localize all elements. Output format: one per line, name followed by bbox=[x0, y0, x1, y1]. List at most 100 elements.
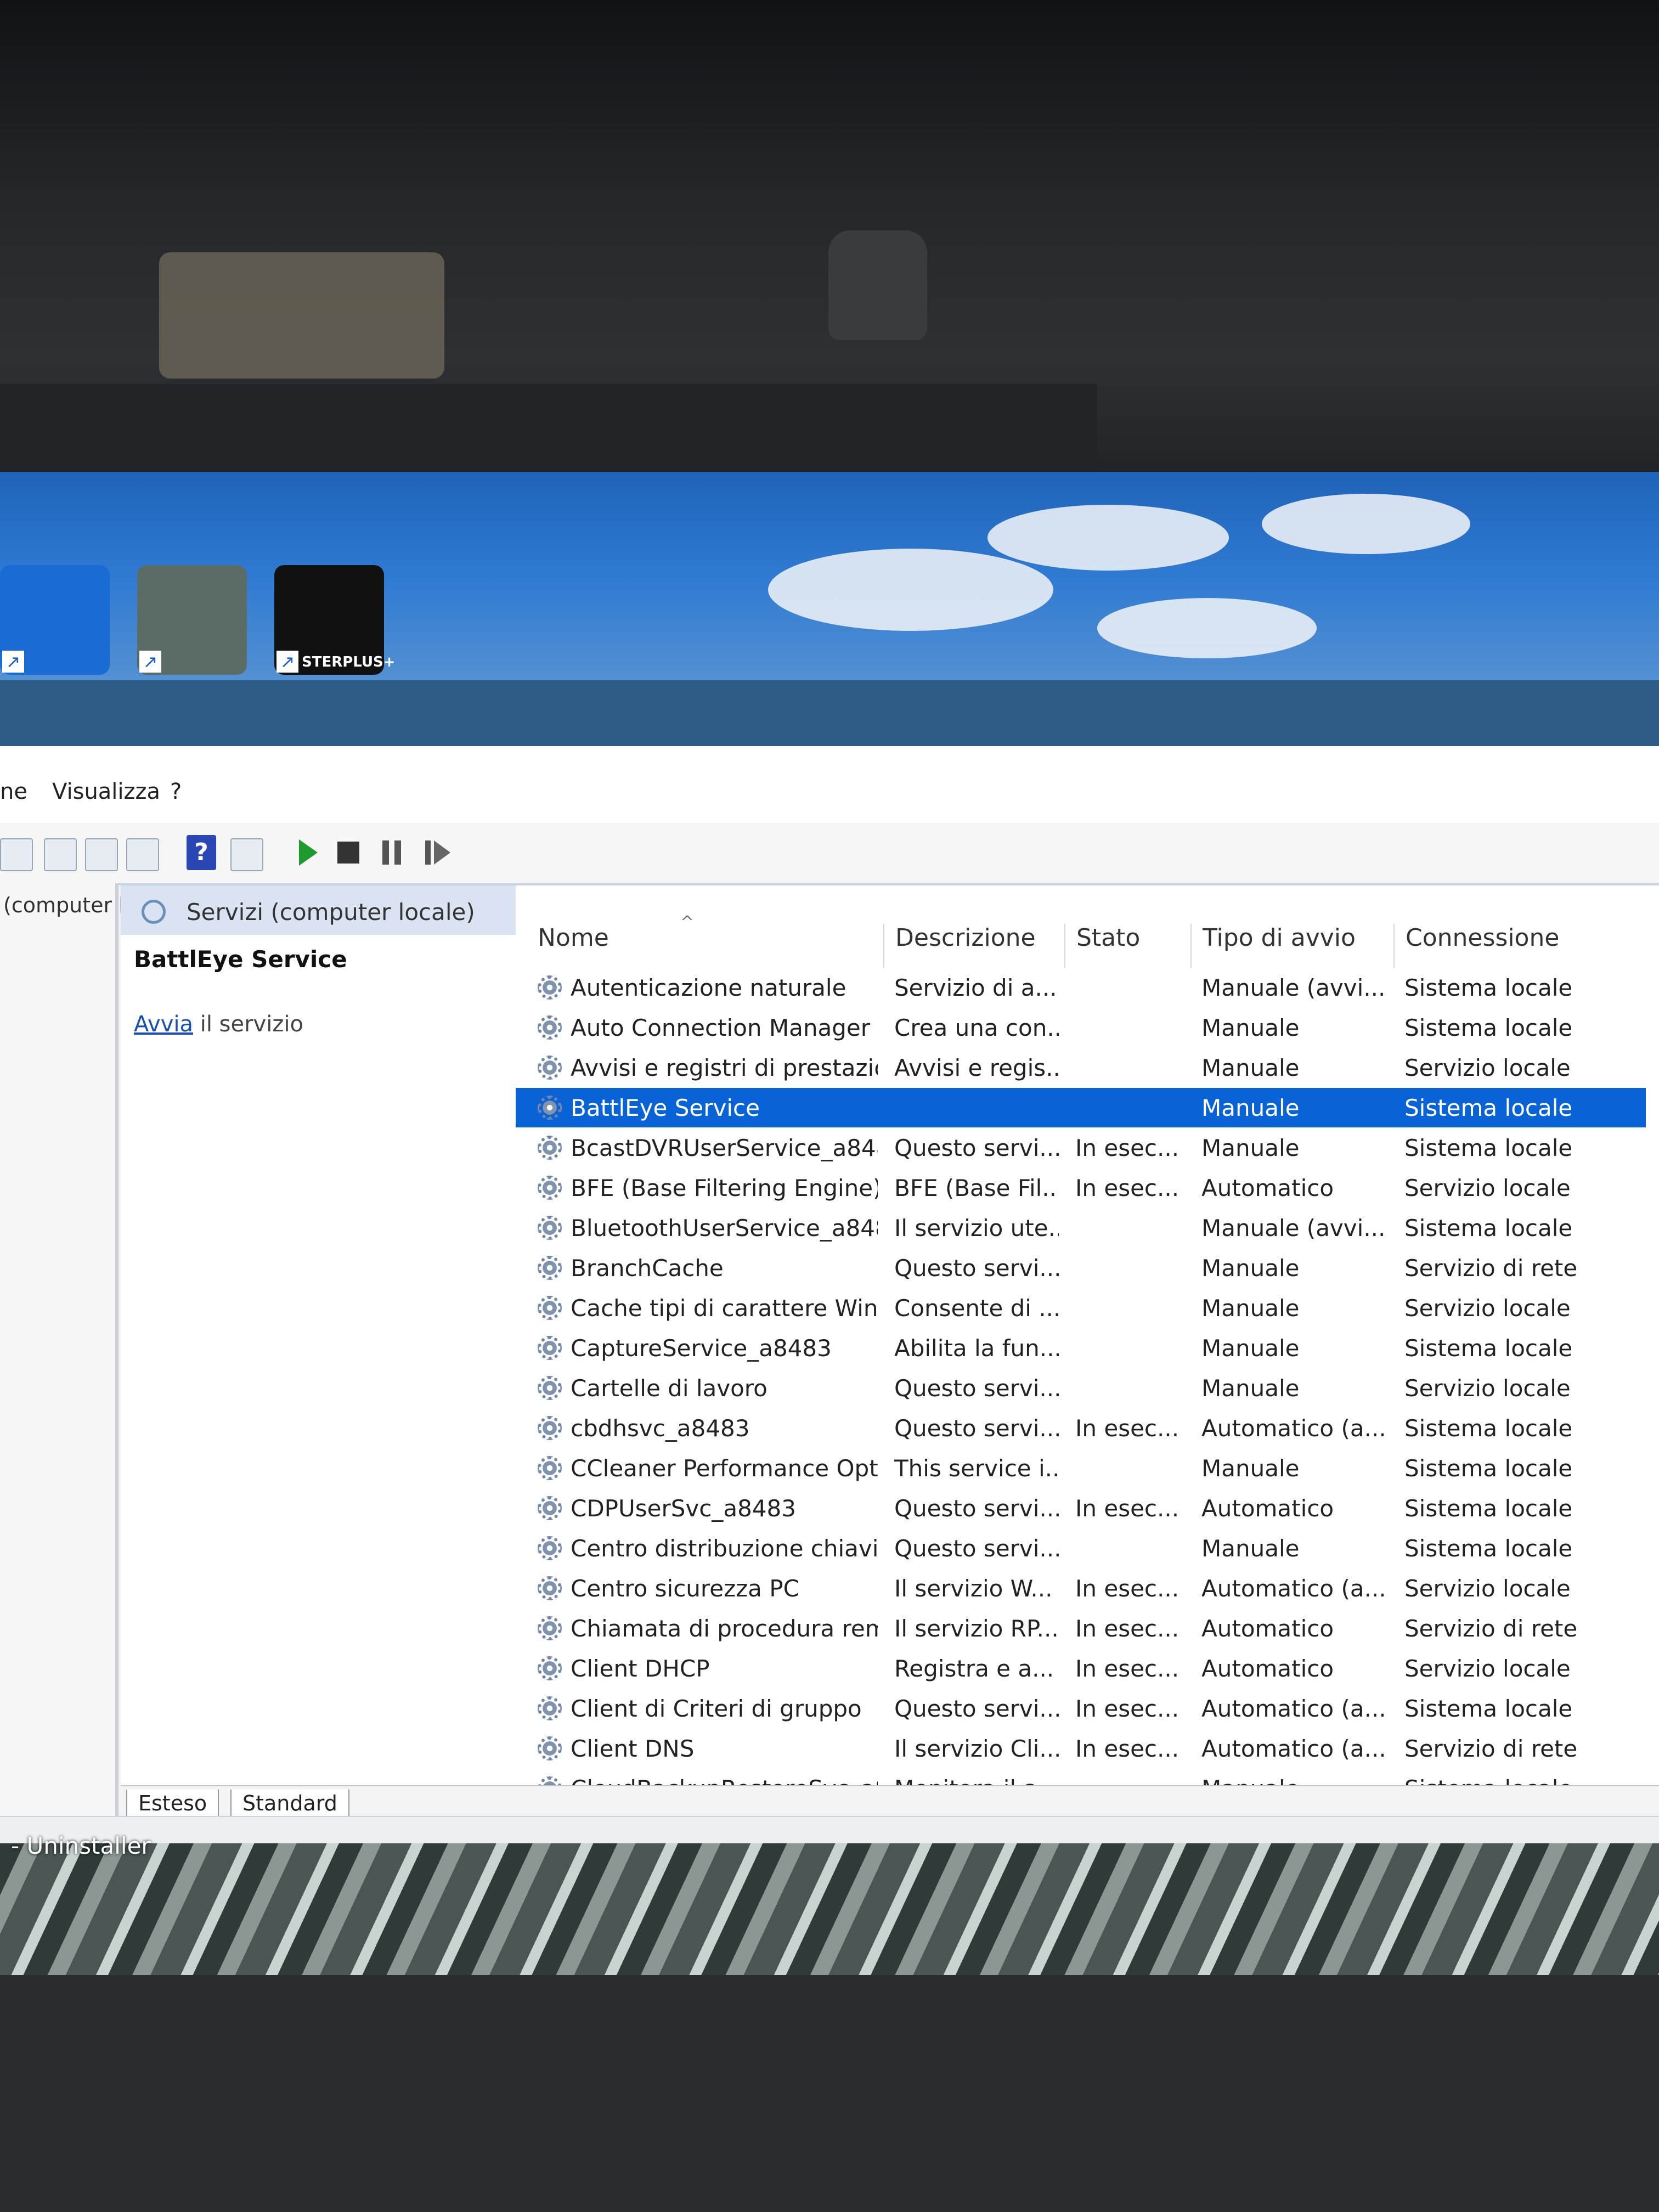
shortcut-arrow-icon: ↗ bbox=[276, 651, 298, 673]
service-startup-cell: Manuale bbox=[1201, 1054, 1300, 1081]
start-service-link[interactable]: Avvia bbox=[134, 1012, 193, 1037]
service-name-cell: CaptureService_a8483 bbox=[571, 1335, 832, 1362]
service-logon-cell: Servizio locale bbox=[1404, 1295, 1571, 1322]
gear-icon bbox=[538, 1136, 562, 1160]
column-header-startup-type[interactable]: Tipo di avvio bbox=[1190, 924, 1393, 968]
gear-icon bbox=[538, 1576, 562, 1600]
monitor-screen: ↗ ↗ ↗ STERPLUS+ ne Visualizza ? ? (compu… bbox=[0, 472, 1659, 1986]
gear-icon bbox=[538, 1176, 562, 1200]
service-description-cell: BFE (Base Fil... bbox=[894, 1175, 1059, 1201]
service-status-cell: In esec... bbox=[1075, 1135, 1180, 1161]
service-description-cell: Registra e a... bbox=[894, 1655, 1054, 1682]
service-name-cell: Client DHCP bbox=[571, 1655, 710, 1682]
properties-icon[interactable] bbox=[44, 838, 77, 871]
service-description-cell: Questo servi... bbox=[894, 1135, 1059, 1161]
service-row[interactable]: CDPUserSvc_a8483 Questo servi... In esec..… bbox=[516, 1488, 1646, 1528]
start-service-icon[interactable] bbox=[299, 839, 318, 866]
service-row[interactable]: Avvisi e registri di prestazioni Avvisi e… bbox=[516, 1048, 1646, 1087]
service-row[interactable]: Client DNS Il servizio Cli... In esec... Au… bbox=[516, 1729, 1646, 1768]
service-logon-cell: Servizio di rete bbox=[1404, 1735, 1578, 1762]
service-row[interactable]: BluetoothUserService_a8483 Il servizio ut… bbox=[516, 1208, 1646, 1248]
tab-standard[interactable]: Standard bbox=[230, 1790, 349, 1819]
column-header-description[interactable]: Descrizione bbox=[883, 924, 1064, 968]
service-name-cell: BranchCache bbox=[571, 1255, 724, 1282]
service-description-cell: This service i... bbox=[894, 1455, 1059, 1482]
gear-icon bbox=[538, 1536, 562, 1560]
service-row[interactable]: Chiamata di procedura remo... Il servizio… bbox=[516, 1609, 1646, 1648]
gear-icon bbox=[538, 975, 562, 1000]
desktop-shortcut-label[interactable]: - Uninstaller bbox=[11, 1832, 151, 1859]
column-header-status[interactable]: Stato bbox=[1064, 924, 1190, 968]
service-row[interactable]: Auto Connection Manager di ... Crea una c… bbox=[516, 1008, 1646, 1047]
service-row[interactable]: Cache tipi di carattere Windo... Consente… bbox=[516, 1288, 1646, 1328]
service-row[interactable]: BFE (Base Filtering Engine) BFE (Base Fil… bbox=[516, 1168, 1646, 1207]
service-status-cell: In esec... bbox=[1075, 1415, 1180, 1442]
show-action-pane-icon[interactable] bbox=[230, 838, 263, 871]
extended-description-pane: BattlEye Service Avvia il servizio bbox=[121, 935, 516, 1791]
service-name-cell: Centro distribuzione chiavi lo... bbox=[571, 1535, 878, 1562]
menu-item-view[interactable]: Visualizza bbox=[52, 779, 160, 804]
shortcut-arrow-icon: ↗ bbox=[139, 651, 161, 673]
stop-service-icon[interactable] bbox=[337, 842, 359, 864]
gear-icon bbox=[538, 1656, 562, 1680]
service-row[interactable]: Centro sicurezza PC Il servizio W... In es… bbox=[516, 1568, 1646, 1608]
service-row[interactable]: Cartelle di lavoro Questo servi... Manuale… bbox=[516, 1368, 1646, 1408]
desktop-wallpaper-water bbox=[0, 1843, 1659, 1986]
service-logon-cell: Sistema locale bbox=[1404, 1695, 1573, 1722]
tab-extended[interactable]: Esteso bbox=[126, 1790, 219, 1819]
gear-icon bbox=[538, 1416, 562, 1440]
service-row[interactable]: BcastDVRUserService_a8483 Questo servi...… bbox=[516, 1128, 1646, 1167]
help-icon[interactable]: ? bbox=[187, 835, 216, 870]
service-row[interactable]: Client di Criteri di gruppo Questo servi.… bbox=[516, 1689, 1646, 1728]
service-startup-cell: Automatico (a... bbox=[1201, 1695, 1386, 1722]
service-logon-cell: Servizio locale bbox=[1404, 1655, 1571, 1682]
service-description-cell: Abilita la fun... bbox=[894, 1335, 1059, 1362]
service-name-cell: Cache tipi di carattere Windo... bbox=[571, 1295, 878, 1322]
service-name-cell: Auto Connection Manager di ... bbox=[571, 1014, 878, 1041]
service-name-cell: BFE (Base Filtering Engine) bbox=[571, 1175, 878, 1201]
service-logon-cell: Sistema locale bbox=[1404, 1455, 1573, 1482]
background-desk bbox=[0, 1975, 1659, 2212]
service-status-cell: In esec... bbox=[1075, 1695, 1180, 1722]
desktop-shortcut-app-3[interactable]: ↗ STERPLUS+ bbox=[274, 565, 396, 675]
tree-node-services[interactable]: (computer l bbox=[3, 893, 125, 917]
window-title-band bbox=[0, 680, 1659, 746]
desktop-shortcut-app-1[interactable]: ↗ bbox=[0, 565, 110, 675]
service-name-cell: cbdhsvc_a8483 bbox=[571, 1415, 750, 1442]
column-header-name[interactable]: Nome bbox=[538, 924, 883, 968]
service-name-cell: BcastDVRUserService_a8483 bbox=[571, 1135, 878, 1161]
service-startup-cell: Automatico bbox=[1201, 1655, 1334, 1682]
menu-item-action[interactable]: ne bbox=[0, 779, 27, 804]
export-list-icon[interactable] bbox=[126, 838, 159, 871]
service-logon-cell: Servizio locale bbox=[1404, 1175, 1571, 1201]
service-description-cell: Avvisi e regis... bbox=[894, 1054, 1059, 1081]
service-name-cell: Cartelle di lavoro bbox=[571, 1375, 768, 1402]
service-description-cell: Questo servi... bbox=[894, 1695, 1059, 1722]
menu-item-help[interactable]: ? bbox=[170, 779, 182, 804]
view-tabs: Esteso Standard bbox=[121, 1785, 1659, 1819]
content-header: Servizi (computer locale) bbox=[121, 885, 516, 935]
service-startup-cell: Automatico (a... bbox=[1201, 1575, 1386, 1602]
service-row[interactable]: Autenticazione naturale Servizio di a... M… bbox=[516, 968, 1646, 1007]
pause-service-icon[interactable] bbox=[381, 840, 403, 865]
service-logon-cell: Sistema locale bbox=[1404, 974, 1573, 1001]
gear-icon bbox=[538, 1496, 562, 1520]
service-row[interactable]: BranchCache Questo servi... Manuale Servizi… bbox=[516, 1248, 1646, 1288]
column-header-logon[interactable]: Connessione bbox=[1393, 924, 1646, 968]
service-row[interactable]: BattlEye Service Manuale Sistema locale bbox=[516, 1088, 1646, 1127]
service-name-cell: Centro sicurezza PC bbox=[571, 1575, 799, 1602]
menu-bar: ne Visualizza ? bbox=[0, 746, 1659, 824]
service-row[interactable]: CCleaner Performance Optim... This servic… bbox=[516, 1448, 1646, 1488]
refresh-icon[interactable] bbox=[85, 838, 118, 871]
desktop-shortcut-app-2[interactable]: ↗ bbox=[137, 565, 247, 675]
service-row[interactable]: CaptureService_a8483 Abilita la fun... Man… bbox=[516, 1328, 1646, 1368]
service-logon-cell: Servizio locale bbox=[1404, 1054, 1571, 1081]
show-hide-tree-icon[interactable] bbox=[0, 838, 33, 871]
service-row[interactable]: Centro distribuzione chiavi lo... Questo … bbox=[516, 1528, 1646, 1568]
service-description-cell: Il servizio RP... bbox=[894, 1615, 1059, 1642]
restart-service-icon[interactable] bbox=[425, 840, 453, 865]
service-row[interactable]: cbdhsvc_a8483 Questo servi... In esec... Au… bbox=[516, 1408, 1646, 1448]
service-row[interactable]: Client DHCP Registra e a... In esec... Auto… bbox=[516, 1649, 1646, 1688]
gear-icon bbox=[538, 1336, 562, 1360]
start-service-text: il servizio bbox=[193, 1012, 303, 1037]
